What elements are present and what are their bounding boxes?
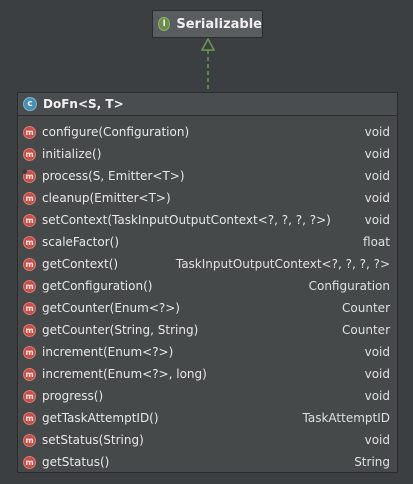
interface-serializable[interactable]: I Serializable <box>152 10 263 38</box>
method-icon: m <box>23 323 36 337</box>
method-icon: m <box>23 345 36 359</box>
method-row[interactable]: m scaleFactor() float <box>18 231 397 253</box>
method-signature: getStatus() <box>42 455 110 469</box>
method-return-type: void <box>364 169 390 183</box>
method-icon: m <box>23 433 36 447</box>
method-row[interactable]: m progress() void <box>18 385 397 407</box>
method-signature: cleanup(Emitter<T>) <box>42 191 171 205</box>
implements-arrowhead <box>200 37 216 51</box>
method-signature: initialize() <box>42 147 102 161</box>
method-return-type: void <box>364 345 390 359</box>
method-row[interactable]: m setStatus(String) void <box>18 429 397 451</box>
method-row[interactable]: m increment(Enum<?>, long) void <box>18 363 397 385</box>
method-return-type: void <box>364 367 390 381</box>
method-return-type: String <box>354 455 390 469</box>
method-return-type: TaskInputOutputContext<?, ?, ?, ?> <box>175 257 390 271</box>
method-row[interactable]: m increment(Enum<?>) void <box>18 341 397 363</box>
method-icon: m <box>23 125 36 139</box>
interface-name: Serializable <box>176 16 262 32</box>
method-signature: progress() <box>42 389 104 403</box>
method-return-type: TaskAttemptID <box>302 411 390 425</box>
class-header: c DoFn<S, T> <box>18 93 397 116</box>
method-signature: getCounter(Enum<?>) <box>42 301 180 315</box>
method-return-type: void <box>364 191 390 205</box>
method-icon: m <box>23 411 36 425</box>
method-row[interactable]: m cleanup(Emitter<T>) void <box>18 187 397 209</box>
class-name: DoFn<S, T> <box>43 97 124 111</box>
method-signature: getCounter(String, String) <box>42 323 199 337</box>
method-signature: configure(Configuration) <box>42 125 190 139</box>
method-signature: setContext(TaskInputOutputContext<?, ?, … <box>42 213 331 227</box>
method-signature: getConfiguration() <box>42 279 153 293</box>
method-row[interactable]: m getTaskAttemptID() TaskAttemptID <box>18 407 397 429</box>
method-signature: increment(Enum<?>, long) <box>42 367 207 381</box>
method-row[interactable]: m setContext(TaskInputOutputContext<?, ?,… <box>18 209 397 231</box>
method-icon: m <box>23 147 36 161</box>
class-dofn[interactable]: c DoFn<S, T> m configure(Configuration) vo… <box>17 92 398 473</box>
method-icon: m <box>23 257 36 271</box>
method-icon: m <box>23 191 36 205</box>
abstract-method-icon: m <box>22 168 36 183</box>
method-row[interactable]: m process(S, Emitter<T>) void <box>18 165 397 187</box>
interface-icon: I <box>158 17 171 31</box>
method-signature: increment(Enum<?>) <box>42 345 174 359</box>
method-signature: getContext() <box>42 257 119 271</box>
method-signature: process(S, Emitter<T>) <box>42 169 185 183</box>
method-icon: m <box>23 367 36 381</box>
method-return-type: Counter <box>342 301 390 315</box>
method-icon: m <box>23 279 36 293</box>
method-row[interactable]: m configure(Configuration) void <box>18 121 397 143</box>
method-icon: m <box>23 455 36 469</box>
method-row[interactable]: m getConfiguration() Configuration <box>18 275 397 297</box>
method-return-type: Configuration <box>308 279 390 293</box>
method-return-type: void <box>364 389 390 403</box>
method-icon: m <box>23 301 36 315</box>
method-return-type: Counter <box>342 323 390 337</box>
method-icon: m <box>23 389 36 403</box>
method-row[interactable]: m getCounter(Enum<?>) Counter <box>18 297 397 319</box>
method-row[interactable]: m getStatus() String <box>18 451 397 473</box>
method-return-type: void <box>364 433 390 447</box>
method-signature: getTaskAttemptID() <box>42 411 159 425</box>
class-icon: c <box>23 97 37 111</box>
member-list: m configure(Configuration) void m initialize… <box>18 116 397 473</box>
method-return-type: void <box>364 147 390 161</box>
method-signature: scaleFactor() <box>42 235 120 249</box>
method-row[interactable]: m initialize() void <box>18 143 397 165</box>
method-return-type: float <box>363 235 390 249</box>
method-return-type: void <box>364 125 390 139</box>
method-icon: m <box>23 213 36 227</box>
method-icon: m <box>23 235 36 249</box>
method-return-type: void <box>364 213 390 227</box>
method-signature: setStatus(String) <box>42 433 144 447</box>
method-row[interactable]: m getContext() TaskInputOutputContext<?, ?… <box>18 253 397 275</box>
method-row[interactable]: m getCounter(String, String) Counter <box>18 319 397 341</box>
